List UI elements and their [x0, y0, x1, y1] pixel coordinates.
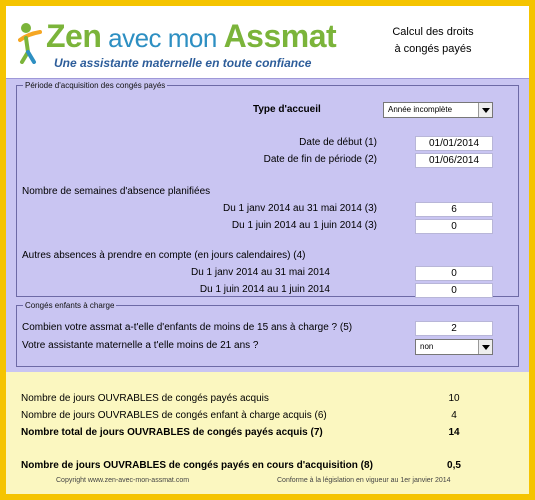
other-row1-input[interactable]: 0 — [415, 266, 493, 281]
logo-avec-mon: avec mon — [101, 23, 224, 53]
result-conges-value: 10 — [448, 393, 460, 404]
children-group: Congés enfants à charge Combien votre as… — [16, 301, 519, 367]
type-accueil-select[interactable]: Année incomplète — [383, 102, 493, 118]
logo-assmat: Assmat — [223, 18, 337, 54]
other-row1-label: Du 1 janv 2014 au 31 mai 2014 — [191, 267, 330, 278]
weeks-row1-label: Du 1 janv 2014 au 31 mai 2014 (3) — [223, 203, 377, 214]
end-date-input[interactable]: 01/06/2014 — [415, 153, 493, 168]
logo-tagline: Une assistante maternelle en toute confi… — [54, 56, 312, 70]
page-title-line1: Calcul des droits — [392, 26, 474, 38]
logo-zen: Zen — [46, 18, 102, 54]
children-legend: Congés enfants à charge — [25, 301, 115, 310]
other-row2-input[interactable]: 0 — [415, 283, 493, 298]
weeks-row2-label: Du 1 juin 2014 au 1 juin 2014 (3) — [231, 220, 377, 231]
type-accueil-value: Année incomplète — [388, 105, 453, 114]
results-panel: Nombre de jours OUVRABLES de congés payé… — [6, 372, 529, 494]
result-total-value: 14 — [448, 427, 460, 438]
form-area: Période d'acquisition des congés payés T… — [6, 78, 529, 372]
result-total-label: Nombre total de jours OUVRABLES de congé… — [21, 427, 323, 438]
start-date-input[interactable]: 01/01/2014 — [415, 136, 493, 151]
acquisition-period-legend: Période d'acquisition des congés payés — [25, 81, 166, 90]
start-date-label: Date de début (1) — [299, 137, 377, 148]
person-figure-icon — [18, 23, 42, 64]
result-enfant-value: 4 — [451, 410, 457, 421]
other-absences-title: Autres absences à prendre en compte (en … — [22, 250, 306, 261]
header: Zen avec mon Assmat Une assistante mater… — [6, 6, 529, 78]
end-date-label: Date de fin de période (2) — [263, 154, 377, 165]
under21-label: Votre assistante maternelle a t'elle moi… — [22, 340, 259, 351]
chevron-down-icon[interactable] — [478, 340, 492, 354]
site-logo[interactable]: Zen avec mon Assmat Une assistante mater… — [18, 16, 348, 76]
type-accueil-label: Type d'accueil — [253, 104, 321, 115]
result-en-cours-value: 0,5 — [447, 460, 461, 471]
acquisition-period-group: Période d'acquisition des congés payés T… — [16, 81, 519, 298]
chevron-down-icon[interactable] — [478, 103, 492, 117]
other-row2-label: Du 1 juin 2014 au 1 juin 2014 — [199, 284, 330, 295]
weeks-row2-input[interactable]: 0 — [415, 219, 493, 234]
page-title: Calcul des droits à congés payés — [373, 24, 493, 58]
children-count-input[interactable]: 2 — [415, 321, 493, 336]
copyright-text: Copyright www.zen-avec-mon-assmat.com — [56, 477, 190, 484]
under21-select[interactable]: non — [415, 339, 493, 355]
result-conges-label: Nombre de jours OUVRABLES de congés payé… — [21, 393, 269, 404]
result-en-cours-label: Nombre de jours OUVRABLES de congés payé… — [21, 460, 373, 471]
children-count-label: Combien votre assmat a-t'elle d'enfants … — [22, 322, 353, 333]
page-title-line2: à congés payés — [394, 43, 472, 55]
weeks-title: Nombre de semaines d'absence planifiées — [22, 186, 211, 197]
legislation-note: Conforme à la législation en vigueur au … — [277, 477, 451, 484]
logo-wordmark: Zen avec mon Assmat — [46, 18, 337, 55]
weeks-row1-input[interactable]: 6 — [415, 202, 493, 217]
result-enfant-label: Nombre de jours OUVRABLES de congés enfa… — [21, 410, 327, 421]
under21-value: non — [420, 342, 434, 351]
